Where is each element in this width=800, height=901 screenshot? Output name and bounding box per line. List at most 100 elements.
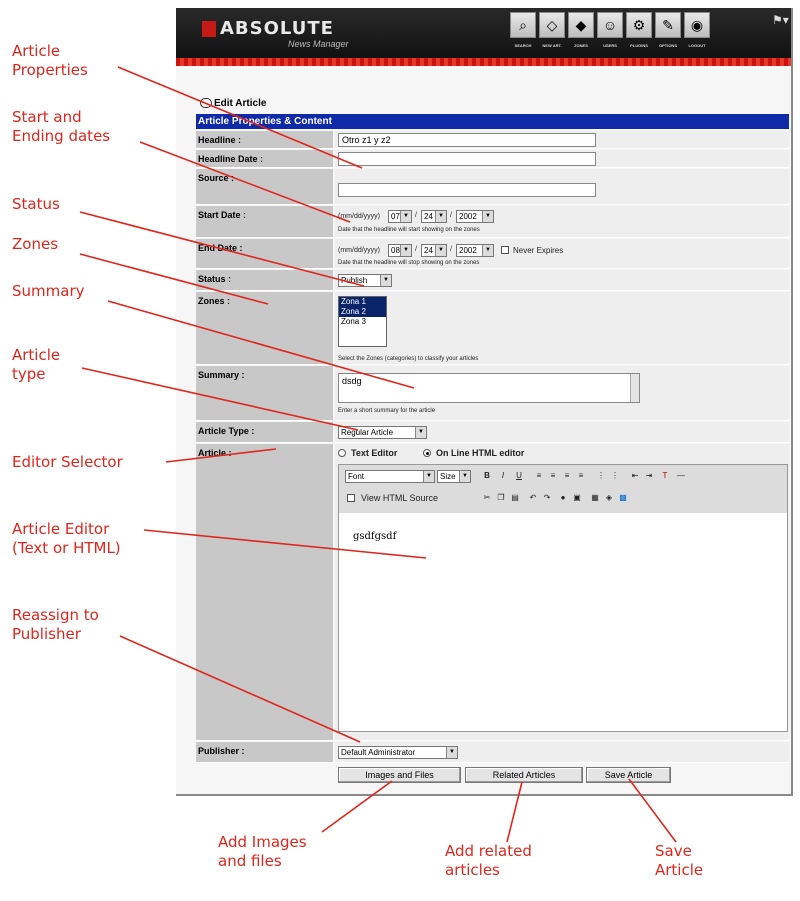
link-icon[interactable]: ● [557,492,569,504]
zone-option[interactable]: Zona 1 [339,297,386,307]
annotation-line: Article [655,861,704,879]
align-right-icon[interactable]: ≡ [561,470,573,482]
undo-icon[interactable]: ↶ [527,492,539,504]
annotation-line: Status [12,195,60,213]
toolbar-label: PLUGINS [630,43,648,48]
related-articles-button[interactable]: Related Articles [465,767,583,783]
text-editor-radio[interactable] [338,449,346,457]
start-date-row: (mm/dd/yyyy) 07 ▼ / 24 ▼ / 2002 ▼ Date that… [335,206,789,238]
font-select[interactable]: Font ▼ [345,470,435,483]
editor-content-area[interactable]: gsdfgsdf [339,513,787,731]
summary-value: dsdg [342,376,362,386]
users-icon: ☺ [597,12,623,38]
chevron-down-icon: ▼ [482,245,493,256]
publisher-select[interactable]: Default Administrator ▼ [338,746,458,759]
html-editor-radio[interactable] [423,449,431,457]
annotation-line: Article [12,42,61,60]
bold-icon[interactable]: B [481,470,493,482]
headline-date-label: Headline Date : [196,150,333,168]
status-value: Publish [341,276,368,285]
toolbar-label: ZONES [574,43,588,48]
image-icon[interactable]: ▣ [571,492,583,504]
align-left-icon[interactable]: ≡ [533,470,545,482]
never-expires-checkbox[interactable] [501,246,509,254]
table-icon[interactable]: ▦ [589,492,601,504]
status-row: Publish ▼ [335,270,789,291]
annotation-line: Summary [12,282,85,300]
options-icon: ✎ [655,12,681,38]
end-day-select[interactable]: 24 ▼ [421,244,447,257]
date-separator: / [450,212,452,219]
language-flag-icon[interactable]: ⚑▾ [772,13,789,27]
zones-icon: ◆ [568,12,594,38]
start-year-select[interactable]: 2002 ▼ [456,210,494,223]
ordered-list-icon[interactable]: ⋮ [595,470,607,482]
images-and-files-button[interactable]: Images and Files [338,767,461,783]
zones-row: Zona 1 Zona 2 Zona 3 Select the Zones (c… [335,292,789,365]
text-color-icon[interactable]: T [659,470,671,482]
headline-input[interactable]: Otro z1 y z2 [338,133,596,147]
edit-article-icon [200,98,212,109]
end-month-select[interactable]: 08 ▼ [388,244,412,257]
annotation-line: Article Editor [12,520,110,538]
paste-icon[interactable]: ▤ [509,492,521,504]
align-center-icon[interactable]: ≡ [547,470,559,482]
summary-scrollbar[interactable] [630,374,639,402]
status-label: Status : [196,270,333,291]
toolbar-users-button[interactable]: ☺ USERS [596,12,624,48]
annotation-line: Zones [12,235,59,253]
end-date-label: End Date : [196,239,333,269]
headline-date-input[interactable] [338,152,596,166]
end-date-row: (mm/dd/yyyy) 08 ▼ / 24 ▼ / 2002 ▼ Never Exp… [335,239,789,269]
view-source-label: View HTML Source [361,493,439,503]
annotation-add-related: Add related articles [445,842,532,880]
indent-icon[interactable]: ⇥ [643,470,655,482]
summary-textarea[interactable]: dsdg [338,373,640,403]
end-year-select[interactable]: 2002 ▼ [456,244,494,257]
toolbar-search-button[interactable]: ⌕ SEARCH [509,12,537,48]
summary-label: Summary : [196,366,333,421]
source-input[interactable] [338,183,596,197]
toolbar-plugins-button[interactable]: ⚙ PLUGINS [625,12,653,48]
article-type-value: Regular Article [341,428,394,437]
underline-icon[interactable]: U [513,470,525,482]
cut-icon[interactable]: ✂ [481,492,493,504]
end-year-value: 2002 [459,246,477,255]
toolbar-label: NEW ART. [542,43,562,48]
outdent-icon[interactable]: ⇤ [629,470,641,482]
start-date-format: (mm/dd/yyyy) [338,213,380,220]
start-day-select[interactable]: 24 ▼ [421,210,447,223]
zone-option[interactable]: Zona 3 [339,317,386,327]
view-source-checkbox[interactable] [347,494,355,502]
logout-icon: ◉ [684,12,710,38]
save-article-button[interactable]: Save Article [586,767,671,783]
toolbar-new-article-button[interactable]: ◇ NEW ART. [538,12,566,48]
annotation-line: Add related [445,842,532,860]
horizontal-rule-icon[interactable]: — [675,470,687,482]
annotation-line: Reassign to [12,606,99,624]
size-select[interactable]: Size ▼ [437,470,471,483]
special-char-icon[interactable]: ◈ [603,492,615,504]
start-month-select[interactable]: 07 ▼ [388,210,412,223]
italic-icon[interactable]: I [497,470,509,482]
headline-row: Otro z1 y z2 [335,131,789,149]
toolbar-label: LOGOUT [688,43,706,48]
size-value: Size [440,472,456,481]
top-bar: ABSOLUTE News Manager ⌕ SEARCH ◇ NEW ART… [176,8,791,58]
toolbar-zones-button[interactable]: ◆ ZONES [567,12,595,48]
annotation-article-editor: Article Editor (Text or HTML) [12,520,121,558]
toolbar-logout-button[interactable]: ◉ LOGOUT [683,12,711,48]
article-type-select[interactable]: Regular Article ▼ [338,426,427,439]
toolbar-options-button[interactable]: ✎ OPTIONS [654,12,682,48]
copy-icon[interactable]: ❐ [495,492,507,504]
zone-option[interactable]: Zona 2 [339,307,386,317]
source-row [335,169,789,205]
chevron-down-icon: ▼ [400,211,411,222]
unordered-list-icon[interactable]: ⋮ [609,470,621,482]
status-select[interactable]: Publish ▼ [338,274,392,287]
justify-icon[interactable]: ≡ [575,470,587,482]
annotation-status: Status [12,195,60,214]
redo-icon[interactable]: ↷ [541,492,553,504]
help-icon[interactable]: ▩ [617,492,629,504]
zones-listbox[interactable]: Zona 1 Zona 2 Zona 3 [338,296,387,347]
